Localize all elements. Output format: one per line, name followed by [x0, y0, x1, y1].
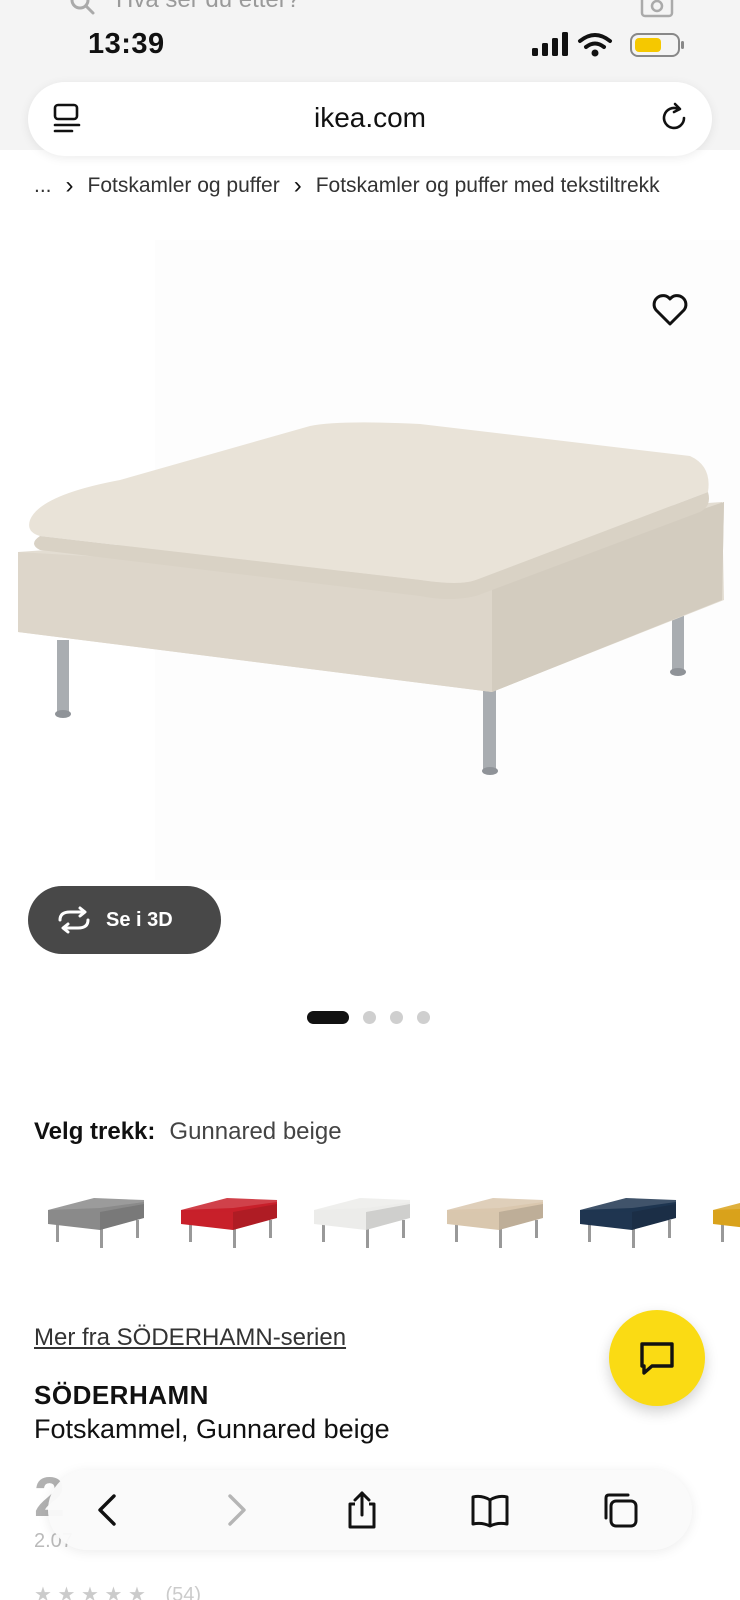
pagination-dot[interactable]	[307, 1010, 349, 1024]
cover-swatch-grey[interactable]	[40, 1180, 158, 1256]
cover-value: Gunnared beige	[169, 1118, 342, 1145]
cover-swatches	[34, 1180, 740, 1270]
back-icon[interactable]	[88, 1490, 128, 1530]
cover-label: Velg trekk:	[34, 1118, 156, 1145]
chat-button[interactable]	[609, 1310, 705, 1406]
camera-icon	[640, 0, 674, 18]
breadcrumb: ... › Fotskamler og puffer › Fotskamler …	[34, 170, 660, 202]
pagination-dot[interactable]	[363, 1010, 376, 1024]
search-input-ghost: Hva ser du etter?	[116, 0, 300, 14]
rating[interactable]: ★ ★ ★ ★ ★ (54)	[34, 1582, 201, 1600]
breadcrumb-item[interactable]: Fotskamler og puffer med tekstiltrekk	[316, 174, 660, 198]
tabs-icon[interactable]	[600, 1490, 640, 1530]
series-link[interactable]: Mer fra SÖDERHAMN-serien	[34, 1324, 346, 1352]
breadcrumb-ellipsis[interactable]: ...	[34, 174, 52, 198]
status-icons	[532, 32, 684, 57]
chevron-right-icon: ›	[65, 172, 74, 199]
chat-icon	[640, 1342, 674, 1375]
cover-swatch-yellow[interactable]	[705, 1180, 740, 1256]
cover-swatch-dark-blue[interactable]	[572, 1180, 690, 1256]
battery-icon	[630, 33, 684, 57]
cover-swatch-red[interactable]	[173, 1180, 291, 1256]
bookmarks-icon[interactable]	[470, 1490, 510, 1530]
chevron-right-icon: ›	[293, 172, 302, 199]
browser-toolbar	[48, 1470, 692, 1550]
product-description: Fotskammel, Gunnared beige	[34, 1414, 390, 1444]
cover-selector: Velg trekk: Gunnared beige	[34, 1118, 342, 1146]
status-time: 13:39	[88, 28, 165, 60]
forward-icon[interactable]	[216, 1490, 256, 1530]
wifi-icon	[578, 33, 612, 57]
rotate-3d-icon	[58, 906, 90, 934]
address-bar[interactable]: ikea.com	[28, 82, 712, 156]
cover-swatch-white[interactable]	[306, 1180, 424, 1256]
view-3d-label: Se i 3D	[106, 908, 173, 931]
pagination-dot[interactable]	[390, 1010, 403, 1024]
rating-count: (54)	[165, 1584, 202, 1600]
url-text: ikea.com	[313, 102, 427, 133]
product-name: SÖDERHAMN	[34, 1380, 209, 1410]
stars-icon: ★ ★ ★ ★ ★	[34, 1584, 146, 1600]
heart-icon[interactable]	[650, 290, 690, 330]
reload-icon[interactable]	[658, 102, 690, 134]
breadcrumb-item[interactable]: Fotskamler og puffer	[88, 174, 280, 198]
view-3d-button[interactable]: Se i 3D	[28, 886, 221, 954]
cover-swatch-beige[interactable]	[439, 1180, 557, 1256]
search-icon	[70, 0, 95, 15]
product-image[interactable]	[0, 240, 740, 880]
signal-icon	[532, 32, 568, 56]
gallery-pagination	[307, 1010, 430, 1024]
share-icon[interactable]	[342, 1490, 382, 1530]
pagination-dot[interactable]	[417, 1010, 430, 1024]
